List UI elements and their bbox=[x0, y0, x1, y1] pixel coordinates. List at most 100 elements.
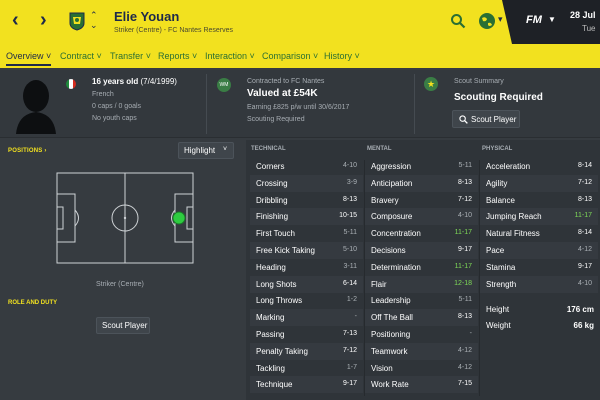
chevron-down-icon: ˅ bbox=[192, 51, 198, 61]
attribute-row[interactable]: Natural Fitness 8-14 bbox=[480, 225, 598, 242]
back-arrow-icon[interactable]: ‹ bbox=[12, 10, 26, 30]
attribute-row[interactable]: Concentration 11-17 bbox=[365, 225, 478, 242]
attribute-row[interactable]: Stamina 9-17 bbox=[480, 259, 598, 276]
attribute-row[interactable]: Teamwork 4-12 bbox=[365, 342, 478, 360]
attribute-value: 4-12 bbox=[457, 363, 472, 371]
attribute-name: First Touch bbox=[256, 229, 295, 239]
attribute-name: Vision bbox=[371, 363, 393, 373]
club-crest-icon[interactable] bbox=[69, 11, 85, 31]
role-and-duty-title: ROLE AND DUTY bbox=[8, 300, 58, 306]
attribute-row[interactable]: Positioning - bbox=[365, 326, 478, 343]
attribute-name: Long Throws bbox=[256, 296, 303, 306]
attribute-row[interactable]: Penalty Taking 7-12 bbox=[250, 342, 363, 360]
fm-logo[interactable]: FM bbox=[526, 14, 542, 26]
globe-icon[interactable] bbox=[478, 12, 496, 30]
attribute-name: Marking bbox=[256, 313, 285, 323]
attribute-name: Jumping Reach bbox=[486, 212, 542, 222]
attribute-value: 4-10 bbox=[342, 162, 357, 169]
attribute-row[interactable]: Marking - bbox=[250, 309, 363, 327]
crest-chevron-icon[interactable]: ⌃ ⌄ bbox=[90, 10, 98, 30]
attribute-row[interactable]: Acceleration 8-14 bbox=[480, 158, 598, 175]
player-profile-screen: ‹ › ⌃ ⌄ Elie Youan Striker (Centre) - FC … bbox=[0, 0, 600, 400]
attribute-name: Bravery bbox=[371, 195, 399, 205]
scout-player-button[interactable]: Scout Player bbox=[452, 110, 520, 128]
attribute-name: Off The Ball bbox=[371, 313, 413, 323]
scout-player-button[interactable]: Scout Player bbox=[96, 317, 150, 334]
highlight-dropdown[interactable]: Highlight ˅ bbox=[178, 142, 234, 159]
attribute-row[interactable]: Bravery 7-12 bbox=[365, 192, 478, 209]
attribute-name: Work Rate bbox=[371, 380, 409, 390]
attribute-row[interactable]: Passing 7-13 bbox=[250, 326, 363, 343]
attribute-row[interactable]: Technique 9-17 bbox=[250, 376, 363, 394]
attribute-name: Teamwork bbox=[371, 346, 408, 356]
attribute-row[interactable]: Heading 3-11 bbox=[250, 259, 363, 276]
game-date: 28 Jul bbox=[570, 10, 596, 20]
positions-title[interactable]: POSITIONS › bbox=[8, 148, 47, 154]
scout-player-label: Scout Player bbox=[102, 321, 148, 330]
tab-contract[interactable]: Contract ˅ bbox=[60, 51, 102, 61]
game-day: Tue bbox=[582, 24, 596, 33]
striker-position-marker bbox=[172, 211, 186, 225]
attribute-name: Aggression bbox=[371, 162, 412, 171]
tab-reports[interactable]: Reports ˅ bbox=[158, 51, 197, 61]
player-nationality: French bbox=[92, 91, 114, 98]
attribute-name: Heading bbox=[256, 262, 286, 272]
attribute-row[interactable]: Flair 12-18 bbox=[365, 275, 478, 293]
attribute-row[interactable]: Dribbling 8-13 bbox=[250, 192, 363, 209]
height-label: Height bbox=[486, 305, 510, 314]
attribute-value: 3-9 bbox=[346, 178, 357, 186]
attribute-row[interactable]: Composure 4-10 bbox=[365, 208, 478, 226]
attribute-row[interactable]: Corners 4-10 bbox=[250, 158, 363, 175]
attribute-row[interactable]: Aggression 5-11 bbox=[365, 158, 478, 175]
attribute-row[interactable]: Leadership 5-11 bbox=[365, 292, 478, 309]
attribute-row[interactable]: Work Rate 7-15 bbox=[365, 376, 478, 394]
tab-overview[interactable]: Overview ˅ bbox=[6, 51, 51, 61]
tab-interaction[interactable]: Interaction ˅ bbox=[205, 51, 255, 61]
tab-comparison[interactable]: Comparison ˅ bbox=[262, 51, 318, 61]
tab-history[interactable]: History ˅ bbox=[324, 51, 360, 61]
attribute-row[interactable]: Strength 4-10 bbox=[480, 275, 598, 293]
attribute-value: 9-17 bbox=[342, 380, 357, 388]
attribute-name: Composure bbox=[371, 212, 413, 222]
profile-tabs: Overview ˅ Contract ˅ Transfer ˅ Reports… bbox=[0, 48, 600, 66]
attribute-name: Leadership bbox=[371, 296, 411, 306]
attribute-row[interactable]: Agility 7-12 bbox=[480, 174, 598, 192]
info-divider bbox=[206, 74, 207, 134]
attribute-name: Corners bbox=[256, 162, 285, 171]
forward-arrow-icon[interactable]: › bbox=[40, 10, 54, 30]
chevron-down-icon: ˅ bbox=[46, 51, 52, 61]
attribute-name: Penalty Taking bbox=[256, 346, 308, 356]
attribute-value: 8-13 bbox=[342, 195, 357, 203]
fm-menu-chevron-icon[interactable]: ▼ bbox=[548, 15, 556, 24]
attribute-row[interactable]: Off The Ball 8-13 bbox=[365, 309, 478, 327]
attribute-row[interactable]: Pace 4-12 bbox=[480, 242, 598, 259]
attribute-row[interactable]: First Touch 5-11 bbox=[250, 225, 363, 242]
attribute-name: Natural Fitness bbox=[486, 229, 540, 239]
column-divider bbox=[479, 160, 480, 396]
attribute-row[interactable]: Determination 11-17 bbox=[365, 259, 478, 276]
attribute-name: Tackling bbox=[256, 363, 285, 373]
game-menu-tab[interactable]: FM ▼ 28 Jul Tue bbox=[502, 0, 600, 44]
attribute-row[interactable]: Long Throws 1-2 bbox=[250, 292, 363, 309]
nationality-flag-icon bbox=[66, 79, 76, 89]
attribute-value: 5-11 bbox=[458, 162, 473, 169]
attribute-row[interactable]: Anticipation 8-13 bbox=[365, 174, 478, 192]
technical-header: TECHNICAL bbox=[251, 146, 286, 152]
attribute-row[interactable]: Finishing 10-15 bbox=[250, 208, 363, 226]
scout-summary-status: Scouting Required bbox=[454, 92, 543, 103]
attribute-value: 10-15 bbox=[339, 212, 357, 220]
attribute-row[interactable]: Crossing 3-9 bbox=[250, 174, 363, 192]
contract-header: Contracted to FC Nantes bbox=[247, 78, 325, 85]
search-icon[interactable] bbox=[450, 13, 466, 29]
attribute-row[interactable]: Tackling 1-7 bbox=[250, 360, 363, 377]
attribute-name: Technique bbox=[256, 380, 293, 390]
attribute-row[interactable]: Balance 8-13 bbox=[480, 192, 598, 209]
attribute-row[interactable]: Vision 4-12 bbox=[365, 360, 478, 377]
attribute-row[interactable]: Long Shots 6-14 bbox=[250, 275, 363, 293]
attribute-row[interactable]: Decisions 9-17 bbox=[365, 242, 478, 259]
tab-transfer[interactable]: Transfer ˅ bbox=[110, 51, 151, 61]
attribute-value: 8-13 bbox=[577, 195, 592, 203]
attribute-row[interactable]: Jumping Reach 11-17 bbox=[480, 208, 598, 226]
player-subtitle: Striker (Centre) - FC Nantes Reserves bbox=[114, 27, 234, 34]
attribute-row[interactable]: Free Kick Taking 5-10 bbox=[250, 242, 363, 259]
